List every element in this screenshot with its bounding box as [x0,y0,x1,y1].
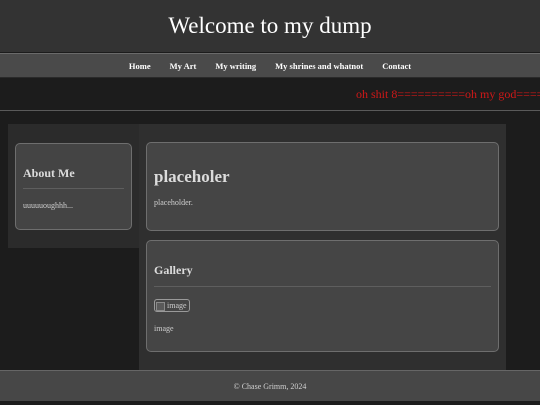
nav-link-contact[interactable]: Contact [382,61,411,71]
nav-link-my-writing[interactable]: My writing [215,61,256,71]
marquee-text: oh shit 8==========oh my god==== [356,87,540,101]
marquee-bar: oh shit 8==========oh my god==== [0,79,540,111]
nav-link-my-art[interactable]: My Art [170,61,197,71]
about-me-text: uuuuuoughhh... [23,201,73,210]
sidebar: About Me uuuuuoughhh... [8,124,139,248]
gallery-image[interactable]: image [154,299,190,312]
placeholder-card: placeholer placeholder. [146,142,499,231]
gallery-card: Gallery image image [146,240,499,352]
nav-bar: Home My Art My writing My shrines and wh… [0,53,540,78]
bottom-strip [0,401,540,405]
nav-link-home[interactable]: Home [129,61,151,71]
gallery-image-alt: image [167,301,187,310]
site-header: Welcome to my dump [0,0,540,52]
about-me-box: About Me uuuuuoughhh... [15,143,132,230]
broken-image-icon [156,302,165,311]
placeholder-text: placeholder. [154,198,193,207]
nav-link-shrines[interactable]: My shrines and whatnot [275,61,363,71]
gallery-heading: Gallery [154,263,491,287]
site-footer: © Chase Grimm, 2024 [0,370,540,401]
main-content: placeholer placeholder. Gallery image im… [139,124,506,370]
gallery-caption: image [154,324,174,333]
about-me-heading: About Me [23,166,124,189]
site-title: Welcome to my dump [168,13,372,38]
placeholder-heading: placeholer [154,167,230,186]
footer-copyright: © Chase Grimm, 2024 [233,381,307,391]
